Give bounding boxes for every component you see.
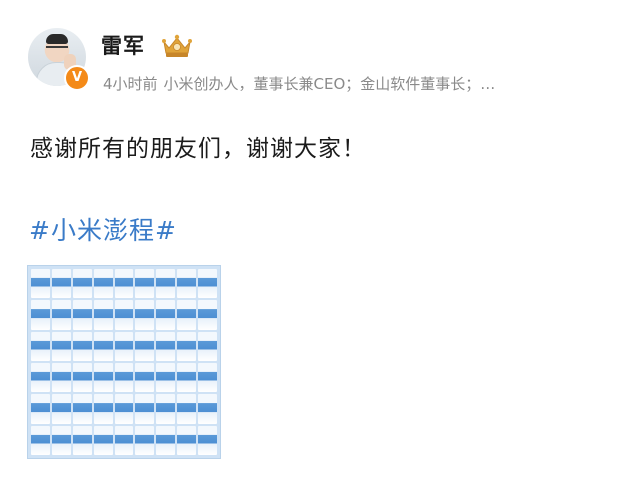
image-tile [177,363,197,393]
image-tile [156,331,176,361]
image-tile [156,300,176,330]
image-tile [177,425,197,455]
hashtag-link[interactable]: #小米澎程# [29,211,177,247]
image-tile [135,394,155,424]
author-bio: 小米创办人，董事长兼CEO；金山软件董事长；… [163,75,496,93]
image-tile [156,394,176,424]
image-tile [177,300,197,330]
image-tile [198,300,217,330]
image-tile [51,269,71,299]
image-tile [31,300,50,330]
image-tile [177,331,197,361]
image-tile [114,269,134,299]
author-name[interactable]: 雷军 [101,30,145,60]
image-tile [198,394,217,424]
weibo-post: V 雷军 4小时前 小米创办人，董事长兼CEO；金山软件董事长；… 感谢所有的朋友… [0,0,640,498]
image-tile [31,425,50,455]
image-tile [72,331,92,361]
image-tile [93,269,113,299]
image-tile [114,425,134,455]
image-tile [114,363,134,393]
image-tile [93,331,113,361]
image-tile [93,363,113,393]
image-tile [135,363,155,393]
image-tile [156,425,176,455]
image-tile [93,425,113,455]
image-tile [114,394,134,424]
vip-crown-icon[interactable] [161,33,193,59]
image-tile [31,363,50,393]
avatar-hair [46,34,68,44]
image-tile [156,269,176,299]
image-tile [51,300,71,330]
image-tile [198,425,217,455]
image-tile [31,394,50,424]
image-tile [198,363,217,393]
post-image[interactable] [27,265,221,459]
image-tile [72,425,92,455]
image-tile [51,425,71,455]
image-tile [51,363,71,393]
verified-badge-icon: V [64,65,90,91]
image-tile [72,300,92,330]
image-tile [177,269,197,299]
image-tile [93,300,113,330]
image-tile [51,331,71,361]
image-tile [31,331,50,361]
post-meta: 4小时前 小米创办人，董事长兼CEO；金山软件董事长；… [103,73,613,94]
image-tile [198,331,217,361]
image-tile [198,269,217,299]
image-tile [72,394,92,424]
image-tile [135,269,155,299]
image-tile [31,269,50,299]
avatar-glasses [46,46,68,53]
image-tile [72,269,92,299]
image-tile [72,363,92,393]
image-tile [135,425,155,455]
image-tile [135,300,155,330]
image-tile [135,331,155,361]
post-text: 感谢所有的朋友们，谢谢大家！ [30,136,366,162]
image-tile [93,394,113,424]
image-tile [51,394,71,424]
post-time[interactable]: 4小时前 [103,75,158,93]
image-tile [114,331,134,361]
image-tile [177,394,197,424]
image-tile [114,300,134,330]
image-tile [156,363,176,393]
